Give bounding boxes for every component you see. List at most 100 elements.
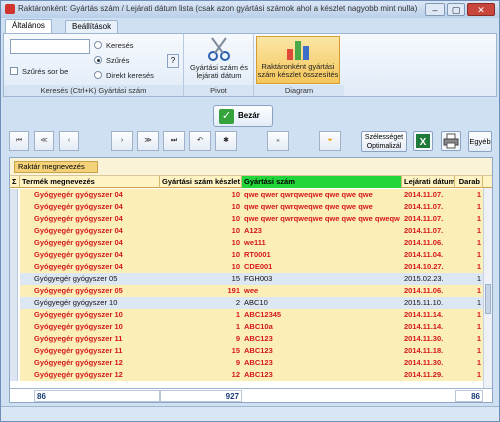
cell-expiry[interactable]: 2014.11.14. bbox=[402, 309, 455, 321]
nav-filter-button[interactable]: ⏷ bbox=[319, 131, 341, 151]
cell-stock[interactable]: 12 bbox=[160, 369, 242, 381]
cell-stock[interactable]: 10 bbox=[160, 213, 242, 225]
cell-expiry[interactable]: 2014.11.06. bbox=[402, 237, 455, 249]
cell-batch[interactable]: FGH003 bbox=[242, 273, 402, 285]
nav-refresh-button[interactable]: ↶ bbox=[189, 131, 211, 151]
cell-qty[interactable]: 1 bbox=[455, 225, 483, 237]
nav-goto-bookmark-button[interactable]: ⁎ bbox=[267, 131, 289, 151]
cell-stock[interactable]: 1 bbox=[160, 321, 242, 333]
row-indicator[interactable] bbox=[10, 225, 18, 237]
cell-stock[interactable]: 191 bbox=[160, 285, 242, 297]
cell-batch[interactable]: ABC123 bbox=[242, 357, 402, 369]
cell-batch[interactable]: ABC12345 bbox=[242, 309, 402, 321]
cell-product[interactable]: Gyógyegér gyógyszer 04 bbox=[20, 249, 160, 261]
tab-beallitasok[interactable]: Beállítások bbox=[65, 20, 119, 33]
cell-batch[interactable]: qwe qwer qwrqweqwe qwe qwe qwe bbox=[242, 201, 402, 213]
cell-product[interactable]: Gyógyegér gyógyszer 12 bbox=[20, 369, 160, 381]
cell-expiry[interactable]: 2014.11.07. bbox=[402, 189, 455, 201]
other-button[interactable]: Egyéb bbox=[468, 131, 492, 152]
row-indicator[interactable] bbox=[10, 309, 18, 321]
cell-expiry[interactable]: 2014.11.07. bbox=[402, 213, 455, 225]
table-row[interactable]: Gyógyegér gyógyszer 10 1 ABC10a 2014.11.14.… bbox=[10, 321, 483, 333]
cell-batch[interactable]: ABC10a bbox=[242, 321, 402, 333]
cell-qty[interactable]: 1 bbox=[455, 261, 483, 273]
cell-qty[interactable]: 1 bbox=[455, 249, 483, 261]
table-row[interactable]: Gyógyegér gyógyszer 10 1 ABC12345 2014.11.1… bbox=[10, 309, 483, 321]
cell-stock[interactable]: 10 bbox=[160, 237, 242, 249]
cell-expiry[interactable]: 2014.11.30. bbox=[402, 333, 455, 345]
cell-qty[interactable]: 1 bbox=[455, 285, 483, 297]
diagram-button[interactable]: Raktáronként gyártási szám készlet össze… bbox=[256, 36, 340, 84]
cell-expiry[interactable]: 2014.11.14. bbox=[402, 321, 455, 333]
excel-export-button[interactable]: X bbox=[413, 131, 433, 151]
cell-expiry[interactable]: 2014.11.29. bbox=[402, 369, 455, 381]
cell-product[interactable]: Gyógyegér gyógyszer 05 bbox=[20, 273, 160, 285]
maximize-button[interactable]: ▢ bbox=[447, 3, 465, 16]
cell-qty[interactable]: 1 bbox=[455, 189, 483, 201]
table-row[interactable]: Gyógyegér gyógyszer 12 12 ABC123 2014.11.29… bbox=[10, 369, 483, 381]
group-by-pill[interactable]: Raktár megnevezés bbox=[14, 161, 98, 173]
col-header-batch[interactable]: Gyártási szám bbox=[242, 176, 402, 188]
cell-stock[interactable]: 9 bbox=[160, 357, 242, 369]
cell-qty[interactable]: 1 bbox=[455, 213, 483, 225]
row-indicator[interactable] bbox=[10, 237, 18, 249]
cell-expiry[interactable]: 2014.11.06. bbox=[402, 285, 455, 297]
cell-stock[interactable]: 10 bbox=[160, 225, 242, 237]
cell-expiry[interactable]: 2014.11.18. bbox=[402, 345, 455, 357]
row-indicator[interactable] bbox=[10, 201, 18, 213]
cell-product[interactable]: Gyógyegér gyógyszer 11 bbox=[20, 345, 160, 357]
close-window-button[interactable]: ✕ bbox=[467, 3, 495, 16]
cell-expiry[interactable]: 2014.11.30. bbox=[402, 357, 455, 369]
cell-stock[interactable]: 10 bbox=[160, 261, 242, 273]
row-indicator[interactable] bbox=[10, 261, 18, 273]
table-row[interactable]: Gyógyegér gyógyszer 11 15 ABC123 2014.11.18… bbox=[10, 345, 483, 357]
cell-batch[interactable]: qwe qwer qwrqweqwe qwe qwe qwe bbox=[242, 189, 402, 201]
nav-first-button[interactable]: ⏮ bbox=[9, 131, 29, 151]
row-indicator[interactable] bbox=[10, 345, 18, 357]
row-indicator[interactable] bbox=[10, 297, 18, 309]
filter-row-checkbox[interactable] bbox=[10, 67, 18, 75]
cell-expiry[interactable]: 2014.10.27. bbox=[402, 261, 455, 273]
table-row[interactable]: Gyógyegér gyógyszer 04 10 qwe qwer qwrqweq… bbox=[10, 201, 483, 213]
cell-batch[interactable]: A123 bbox=[242, 225, 402, 237]
cell-product[interactable]: Gyógyegér gyógyszer 12 bbox=[20, 357, 160, 369]
cell-batch[interactable]: qwe qwer qwrqweqwe qwe qwe qwe qweqw bbox=[242, 213, 402, 225]
cell-batch[interactable]: CDE001 bbox=[242, 261, 402, 273]
optimize-width-button[interactable]: Szélességet Optimalizál bbox=[361, 131, 407, 152]
cell-batch[interactable]: ABC123 bbox=[242, 369, 402, 381]
cell-batch[interactable]: ABC123 bbox=[242, 345, 402, 357]
search-input[interactable] bbox=[10, 39, 90, 54]
scrollbar-thumb[interactable] bbox=[485, 284, 491, 314]
table-row[interactable]: Gyógyegér gyógyszer 10 2 ABC10 2015.11.10. 1 bbox=[10, 297, 483, 309]
cell-product[interactable]: Gyógyegér gyógyszer 04 bbox=[20, 237, 160, 249]
cell-expiry[interactable]: 2015.02.23. bbox=[402, 273, 455, 285]
cell-product[interactable]: Gyógyegér gyógyszer 04 bbox=[20, 213, 160, 225]
row-indicator[interactable] bbox=[10, 333, 18, 345]
pivot-button[interactable]: Gyártási szám és lejárati dátum bbox=[188, 36, 250, 84]
row-indicator[interactable] bbox=[10, 249, 18, 261]
cell-batch[interactable]: ABC10 bbox=[242, 297, 402, 309]
table-row[interactable]: Gyógyegér gyógyszer 05 191 wee 2014.11.06. 1 bbox=[10, 285, 483, 297]
cell-qty[interactable]: 1 bbox=[455, 297, 483, 309]
row-indicator[interactable] bbox=[10, 285, 18, 297]
help-button[interactable]: ? bbox=[167, 54, 179, 68]
cell-batch[interactable]: RT0001 bbox=[242, 249, 402, 261]
cell-stock[interactable]: 2 bbox=[160, 297, 242, 309]
cell-qty[interactable]: 1 bbox=[455, 345, 483, 357]
cell-batch[interactable]: wee bbox=[242, 285, 402, 297]
cell-product[interactable]: Gyógyegér gyógyszer 10 bbox=[20, 297, 160, 309]
close-button[interactable]: ✓ Bezár bbox=[213, 105, 273, 127]
cell-qty[interactable]: 1 bbox=[455, 201, 483, 213]
table-row[interactable]: Gyógyegér gyógyszer 12 9 ABC123 2014.11.30.… bbox=[10, 357, 483, 369]
table-row[interactable]: Gyógyegér gyógyszer 04 10 qwe qwer qwrqweq… bbox=[10, 213, 483, 225]
tab-altalanos[interactable]: Általános bbox=[5, 19, 52, 33]
vertical-scrollbar[interactable] bbox=[483, 188, 492, 388]
cell-stock[interactable]: 10 bbox=[160, 249, 242, 261]
cell-qty[interactable]: 1 bbox=[455, 369, 483, 381]
cell-product[interactable]: Gyógyegér gyógyszer 04 bbox=[20, 189, 160, 201]
cell-stock[interactable]: 10 bbox=[160, 201, 242, 213]
col-header-product[interactable]: Termék megnevezés bbox=[20, 176, 160, 188]
table-row[interactable]: Gyógyegér gyógyszer 11 9 ABC123 2014.11.30.… bbox=[10, 333, 483, 345]
cell-product[interactable]: Gyógyegér gyógyszer 10 bbox=[20, 309, 160, 321]
cell-product[interactable]: Gyógyegér gyógyszer 04 bbox=[20, 201, 160, 213]
